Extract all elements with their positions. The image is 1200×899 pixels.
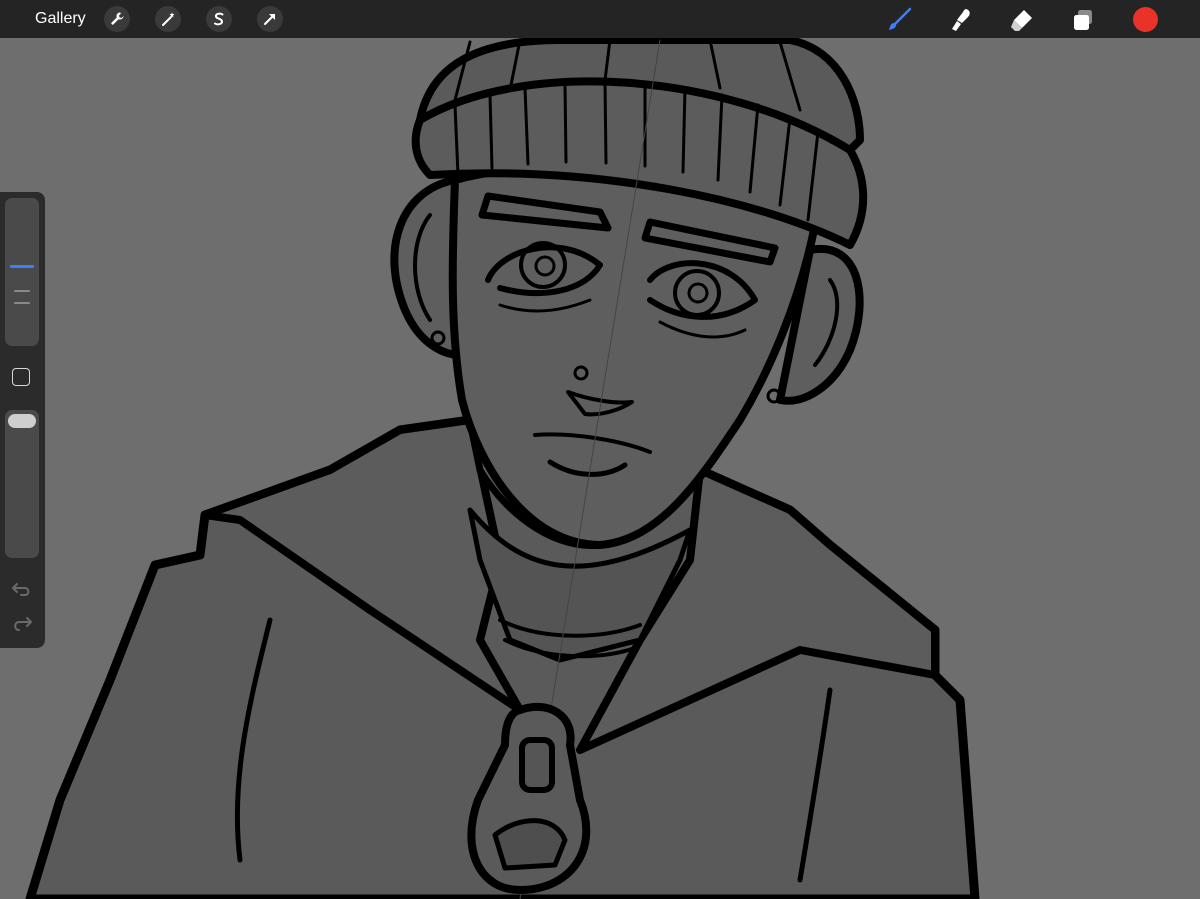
actions-button[interactable] bbox=[104, 6, 130, 32]
magic-wand-icon bbox=[162, 12, 175, 26]
undo-icon[interactable] bbox=[11, 579, 33, 597]
color-picker-button[interactable] bbox=[1133, 7, 1158, 32]
layers-tool[interactable] bbox=[1070, 7, 1096, 33]
brush-icon bbox=[889, 7, 912, 30]
transform-button[interactable] bbox=[257, 6, 283, 32]
brush-tool[interactable] bbox=[886, 7, 912, 33]
brush-size-slider[interactable] bbox=[5, 198, 39, 346]
side-toolbar bbox=[0, 192, 45, 648]
selection-button[interactable] bbox=[206, 6, 232, 32]
smudge-icon bbox=[952, 9, 970, 31]
modify-button[interactable] bbox=[12, 368, 30, 386]
redo-icon[interactable] bbox=[11, 615, 33, 633]
eraser-tool[interactable] bbox=[1009, 7, 1035, 33]
top-toolbar: Gallery bbox=[0, 0, 1200, 38]
eraser-icon bbox=[1011, 10, 1032, 31]
smudge-tool[interactable] bbox=[947, 7, 973, 33]
adjustments-button[interactable] bbox=[155, 6, 181, 32]
slider-tick bbox=[14, 290, 30, 292]
brush-size-thumb[interactable] bbox=[10, 265, 34, 268]
opacity-slider[interactable] bbox=[5, 410, 39, 558]
transform-arrow-icon bbox=[264, 14, 275, 25]
selection-s-icon bbox=[214, 12, 224, 26]
layers-icon bbox=[1074, 10, 1092, 30]
gallery-button[interactable]: Gallery bbox=[35, 9, 86, 29]
slider-tick bbox=[14, 302, 30, 304]
wrench-icon bbox=[111, 12, 124, 25]
drawing-canvas[interactable] bbox=[0, 38, 1200, 899]
opacity-thumb[interactable] bbox=[8, 414, 36, 428]
